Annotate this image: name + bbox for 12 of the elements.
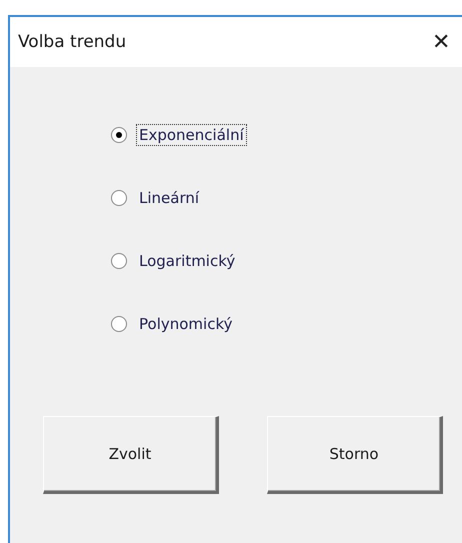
radio-button[interactable]: [111, 316, 127, 332]
radio-label[interactable]: Lineární: [136, 187, 202, 209]
radio-label[interactable]: Exponenciální: [136, 124, 247, 146]
radio-button[interactable]: [111, 253, 127, 269]
select-button[interactable]: Zvolit: [43, 416, 219, 494]
radio-label[interactable]: Logaritmický: [136, 250, 238, 272]
close-button[interactable]: ✕: [432, 31, 450, 53]
window-title: Volba trendu: [18, 32, 126, 52]
cancel-button[interactable]: Storno: [267, 416, 443, 494]
radio-button[interactable]: [111, 190, 127, 206]
radio-button[interactable]: [111, 127, 127, 143]
radio-label[interactable]: Polynomický: [136, 313, 236, 335]
